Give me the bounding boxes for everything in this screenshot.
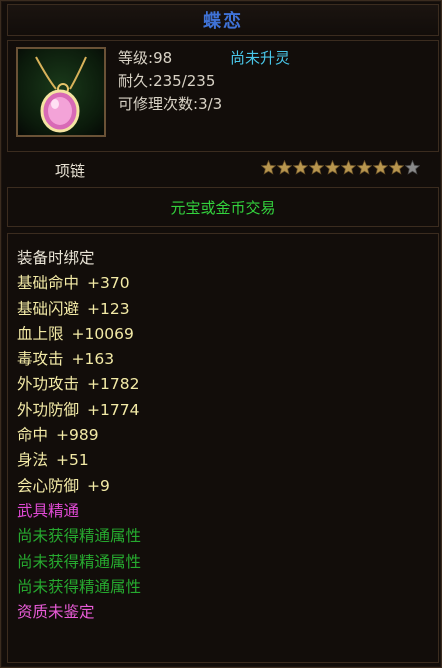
stat-label: 身法 — [17, 451, 49, 470]
star-filled-icon — [277, 160, 292, 175]
stat-value: +123 — [87, 299, 130, 318]
star-filled-icon — [389, 160, 404, 175]
stat-value: +989 — [56, 426, 99, 445]
stat-line: 血上限 +10069 — [17, 322, 141, 347]
star-filled-icon — [293, 160, 308, 175]
durability-value: :235/235 — [148, 72, 216, 90]
item-tooltip: 蝶恋 等级:98 耐久:235/235 可修理次数:3/3 尚未升灵 项链 元宝… — [0, 0, 442, 668]
mastery-line: 尚未获得精通属性 — [17, 577, 142, 596]
quality-status: 资质未鉴定 — [17, 603, 95, 622]
stats-section: 装备时绑定 基础命中 +370 基础闪避 +123 血上限 +10069 毒攻击 +16… — [7, 233, 439, 663]
stat-value: +51 — [56, 451, 89, 470]
item-meta: 等级:98 耐久:235/235 可修理次数:3/3 — [118, 47, 222, 116]
stat-label: 基础命中 — [17, 274, 80, 293]
star-empty-icon — [405, 160, 420, 175]
stat-label: 基础闪避 — [17, 299, 80, 318]
stat-label: 会心防御 — [17, 476, 80, 495]
mastery-line: 尚未获得精通属性 — [17, 527, 142, 546]
stat-value: +163 — [71, 350, 115, 369]
stat-value: +1774 — [87, 400, 140, 419]
mastery-title: 武具精通 — [17, 501, 80, 520]
type-row: 项链 — [7, 156, 437, 184]
star-filled-icon — [261, 160, 276, 175]
star-filled-icon — [373, 160, 388, 175]
stat-line: 基础闪避 +123 — [17, 297, 141, 322]
stat-line: 会心防御 +9 — [17, 474, 141, 499]
durability-label: 耐久 — [118, 72, 149, 90]
bind-type: 装备时绑定 — [17, 249, 95, 267]
trade-type: 元宝或金币交易 — [170, 198, 276, 217]
star-filled-icon — [357, 160, 372, 175]
level-label: 等级 — [118, 49, 149, 67]
star-filled-icon — [309, 160, 324, 175]
repair-label: 可修理次数 — [118, 95, 194, 113]
stat-label: 血上限 — [17, 324, 64, 343]
item-name: 蝶恋 — [7, 4, 439, 36]
necklace-icon — [16, 47, 106, 137]
repair-value: :3/3 — [193, 95, 223, 113]
stat-line: 毒攻击 +163 — [17, 347, 141, 372]
stat-label: 命中 — [17, 426, 49, 445]
star-filled-icon — [325, 160, 340, 175]
mastery-line: 尚未获得精通属性 — [17, 552, 142, 571]
stat-label: 外功防御 — [17, 400, 80, 419]
stat-value: +9 — [87, 476, 110, 495]
stat-line: 外功攻击 +1782 — [17, 372, 141, 397]
stat-line: 命中 +989 — [17, 423, 141, 448]
star-rating — [261, 160, 420, 175]
stat-line: 基础命中 +370 — [17, 271, 141, 296]
star-filled-icon — [341, 160, 356, 175]
ascend-status: 尚未升灵 — [230, 49, 291, 67]
stat-value: +370 — [87, 274, 130, 293]
trade-section: 元宝或金币交易 — [7, 187, 439, 227]
stat-line: 外功防御 +1774 — [17, 398, 141, 423]
item-type: 项链 — [55, 162, 86, 180]
level-value: :98 — [148, 49, 173, 67]
item-header: 等级:98 耐久:235/235 可修理次数:3/3 尚未升灵 — [7, 40, 439, 152]
stat-value: +10069 — [71, 324, 134, 343]
stat-label: 毒攻击 — [17, 350, 64, 369]
stat-label: 外功攻击 — [17, 375, 80, 394]
stat-line: 身法 +51 — [17, 448, 141, 473]
stat-value: +1782 — [87, 375, 140, 394]
stats-list: 装备时绑定 基础命中 +370 基础闪避 +123 血上限 +10069 毒攻击 +16… — [17, 246, 141, 625]
